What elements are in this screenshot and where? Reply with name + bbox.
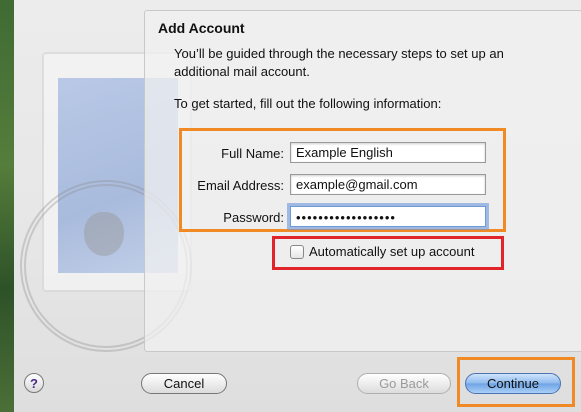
- password-field[interactable]: ••••••••••••••••••: [290, 206, 486, 227]
- auto-setup-checkbox[interactable]: [290, 245, 304, 259]
- desktop-background: [0, 0, 14, 412]
- apple-logo-icon: [84, 212, 124, 256]
- help-icon[interactable]: ?: [24, 373, 44, 393]
- full-name-label: Full Name:: [221, 146, 284, 161]
- go-back-button[interactable]: Go Back: [357, 373, 451, 394]
- intro-text: You’ll be guided through the necessary s…: [174, 46, 504, 79]
- auto-setup-label[interactable]: Automatically set up account: [309, 244, 474, 259]
- email-field[interactable]: [290, 174, 486, 195]
- continue-highlight-box: [457, 357, 575, 407]
- dialog-title: Add Account: [158, 20, 245, 36]
- email-label: Email Address:: [197, 178, 284, 193]
- password-label: Password:: [223, 210, 284, 225]
- cancel-button[interactable]: Cancel: [141, 373, 227, 394]
- full-name-field[interactable]: [290, 142, 486, 163]
- prompt-text: To get started, fill out the following i…: [174, 96, 442, 111]
